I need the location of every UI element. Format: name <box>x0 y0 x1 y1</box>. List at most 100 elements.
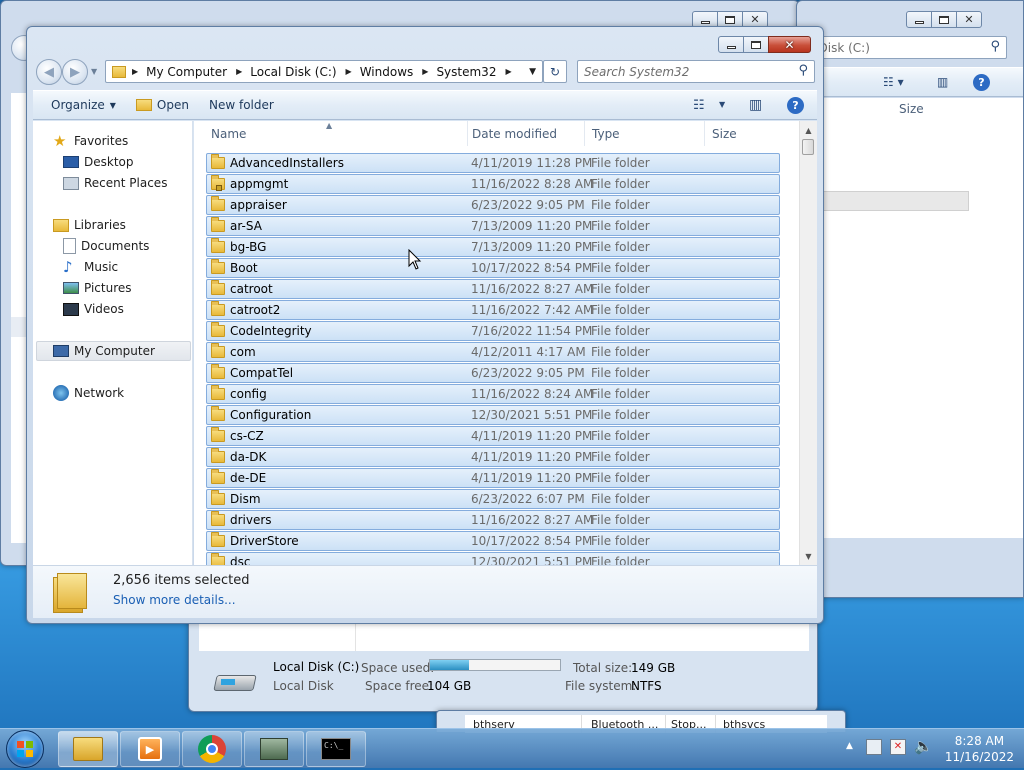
organize-button[interactable]: Organize ▼ <box>33 91 126 119</box>
search-input[interactable]: Search System32 ⚲ <box>577 60 815 83</box>
file-row[interactable]: bg-BG 7/13/2009 11:20 PM File folder <box>206 237 780 257</box>
file-row[interactable]: CompatTel 6/23/2022 9:05 PM File folder <box>206 363 780 383</box>
scroll-thumb[interactable] <box>802 139 814 155</box>
nav-pictures[interactable]: Pictures <box>63 278 132 298</box>
forward-button[interactable]: ▶ <box>62 59 88 85</box>
file-row[interactable]: AdvancedInstallers 4/11/2019 11:28 PM File… <box>206 153 780 173</box>
file-row[interactable]: drivers 11/16/2022 8:27 AM File folder <box>206 510 780 530</box>
maximize-button[interactable] <box>743 36 769 53</box>
close-button[interactable]: ✕ <box>956 11 982 28</box>
breadcrumb-arrow-icon[interactable]: ▶ <box>505 67 511 76</box>
file-date-modified: 12/30/2021 5:51 PM <box>471 408 593 422</box>
file-date-modified: 6/23/2022 6:07 PM <box>471 492 585 506</box>
view-menu-icon[interactable]: ☷ ▾ <box>883 75 904 89</box>
column-header-date[interactable]: Date modified <box>465 121 585 146</box>
file-row[interactable]: dsc 12/30/2021 5:51 PM File folder <box>206 552 780 565</box>
show-more-details-link[interactable]: Show more details... <box>113 593 236 607</box>
file-row[interactable]: DriverStore 10/17/2022 8:54 PM File folder <box>206 531 780 551</box>
file-list-pane: Size er er er er <box>797 98 1023 538</box>
breadcrumb-windows[interactable]: Windows <box>357 61 417 82</box>
change-view-icon[interactable]: ☷ <box>693 98 705 113</box>
recent-pages-dropdown[interactable]: ▼ <box>91 67 97 76</box>
back-button[interactable]: ◀ <box>36 59 62 85</box>
file-date-modified: 12/30/2021 5:51 PM <box>471 555 593 565</box>
close-button[interactable]: ✕ <box>768 36 811 53</box>
address-history-dropdown[interactable]: ▼ <box>529 67 536 77</box>
nav-desktop[interactable]: Desktop <box>63 152 134 172</box>
volume-icon[interactable]: 🔈 <box>914 737 933 755</box>
music-icon: ♪ <box>63 258 73 276</box>
open-button[interactable]: Open <box>126 91 199 119</box>
column-header-name[interactable]: Name <box>204 121 468 146</box>
refresh-button[interactable]: ↻ <box>543 60 567 83</box>
action-center-icon[interactable]: ✕ <box>890 739 906 755</box>
address-bar[interactable]: ▶ My Computer ▶ Local Disk (C:) ▶ Window… <box>105 60 543 83</box>
file-row[interactable]: com 4/12/2011 4:17 AM File folder <box>206 342 780 362</box>
help-icon[interactable]: ? <box>973 73 990 91</box>
maximize-button[interactable] <box>931 11 957 28</box>
taskbar-media-player[interactable]: ▶ <box>120 731 180 767</box>
file-row[interactable]: Boot 10/17/2022 8:54 PM File folder <box>206 258 780 278</box>
taskbar-chrome[interactable] <box>182 731 242 767</box>
nav-label: Favorites <box>74 134 129 148</box>
help-icon[interactable]: ? <box>787 97 804 114</box>
new-folder-button[interactable]: New folder <box>199 91 284 119</box>
file-row[interactable]: da-DK 4/11/2019 11:20 PM File folder <box>206 447 780 467</box>
nav-network[interactable]: Network <box>53 383 124 403</box>
file-type: File folder <box>591 198 650 212</box>
nav-my-computer[interactable]: My Computer <box>36 341 191 361</box>
file-row[interactable]: Dism 6/23/2022 6:07 PM File folder <box>206 489 780 509</box>
file-row[interactable]: catroot2 11/16/2022 7:42 AM File folder <box>206 300 780 320</box>
column-header-size[interactable]: Size <box>705 121 785 146</box>
column-header-type[interactable]: Type <box>585 121 705 146</box>
start-button[interactable] <box>6 730 44 768</box>
file-row[interactable]: catroot 11/16/2022 8:27 AM File folder <box>206 279 780 299</box>
size-column-header[interactable]: Size <box>899 102 924 116</box>
minimize-button[interactable] <box>718 36 744 53</box>
file-row[interactable]: CodeIntegrity 7/16/2022 11:54 PM File fold… <box>206 321 780 341</box>
taskbar-command-prompt[interactable]: C:\_ <box>306 731 366 767</box>
breadcrumb-arrow-icon[interactable]: ▶ <box>422 67 428 76</box>
search-input[interactable]: al Disk (C:) ⚲ <box>797 36 1007 59</box>
nav-libraries[interactable]: Libraries <box>53 215 126 235</box>
nav-label: My Computer <box>74 344 155 358</box>
back-arrow-icon: ◀ <box>44 64 54 80</box>
preview-pane-icon[interactable]: ▥ <box>937 75 948 89</box>
network-manager-icon <box>260 738 288 760</box>
view-options-dropdown[interactable]: ▼ <box>719 100 725 109</box>
refresh-icon: ↻ <box>549 64 561 79</box>
nav-recent-places[interactable]: Recent Places <box>63 173 167 193</box>
file-row[interactable]: cs-CZ 4/11/2019 11:20 PM File folder <box>206 426 780 446</box>
file-row[interactable]: ar-SA 7/13/2009 11:20 PM File folder <box>206 216 780 236</box>
file-date-modified: 4/12/2011 4:17 AM <box>471 345 586 359</box>
nav-videos[interactable]: Videos <box>63 299 124 319</box>
breadcrumb-arrow-icon[interactable]: ▶ <box>236 67 242 76</box>
nav-favorites[interactable]: ★ Favorites <box>53 131 128 151</box>
breadcrumb-system32[interactable]: System32 <box>433 61 499 82</box>
file-type: File folder <box>591 282 650 296</box>
vertical-scrollbar[interactable]: ▲ ▼ <box>799 121 817 565</box>
breadcrumb-arrow-icon[interactable]: ▶ <box>346 67 352 76</box>
file-row[interactable]: Configuration 12/30/2021 5:51 PM File fold… <box>206 405 780 425</box>
file-row[interactable]: appraiser 6/23/2022 9:05 PM File folder <box>206 195 780 215</box>
new-folder-label: New folder <box>208 98 274 112</box>
nav-music[interactable]: ♪ Music <box>63 257 118 277</box>
breadcrumb-my-computer[interactable]: My Computer <box>143 61 230 82</box>
system-clock[interactable]: 8:28 AM 11/16/2022 <box>945 733 1014 765</box>
file-row[interactable]: appmgmt 11/16/2022 8:28 AM File folder <box>206 174 780 194</box>
show-hidden-icons-arrow[interactable]: ▲ <box>846 741 853 751</box>
pictures-icon <box>63 282 79 294</box>
file-type: File folder <box>591 555 650 565</box>
preview-pane-icon[interactable]: ▥ <box>749 97 762 113</box>
file-row[interactable]: de-DE 4/11/2019 11:20 PM File folder <box>206 468 780 488</box>
nav-documents[interactable]: Documents <box>63 236 149 256</box>
taskbar-network-manager[interactable] <box>244 731 304 767</box>
taskbar-windows-explorer[interactable] <box>58 731 118 767</box>
network-tray-icon[interactable] <box>866 739 882 755</box>
scroll-down-arrow[interactable]: ▼ <box>800 549 817 563</box>
minimize-button[interactable] <box>906 11 932 28</box>
breadcrumb-local-disk[interactable]: Local Disk (C:) <box>247 61 339 82</box>
file-row[interactable]: config 11/16/2022 8:24 AM File folder <box>206 384 780 404</box>
breadcrumb-arrow-icon[interactable]: ▶ <box>132 67 138 76</box>
scroll-up-arrow[interactable]: ▲ <box>800 123 817 137</box>
